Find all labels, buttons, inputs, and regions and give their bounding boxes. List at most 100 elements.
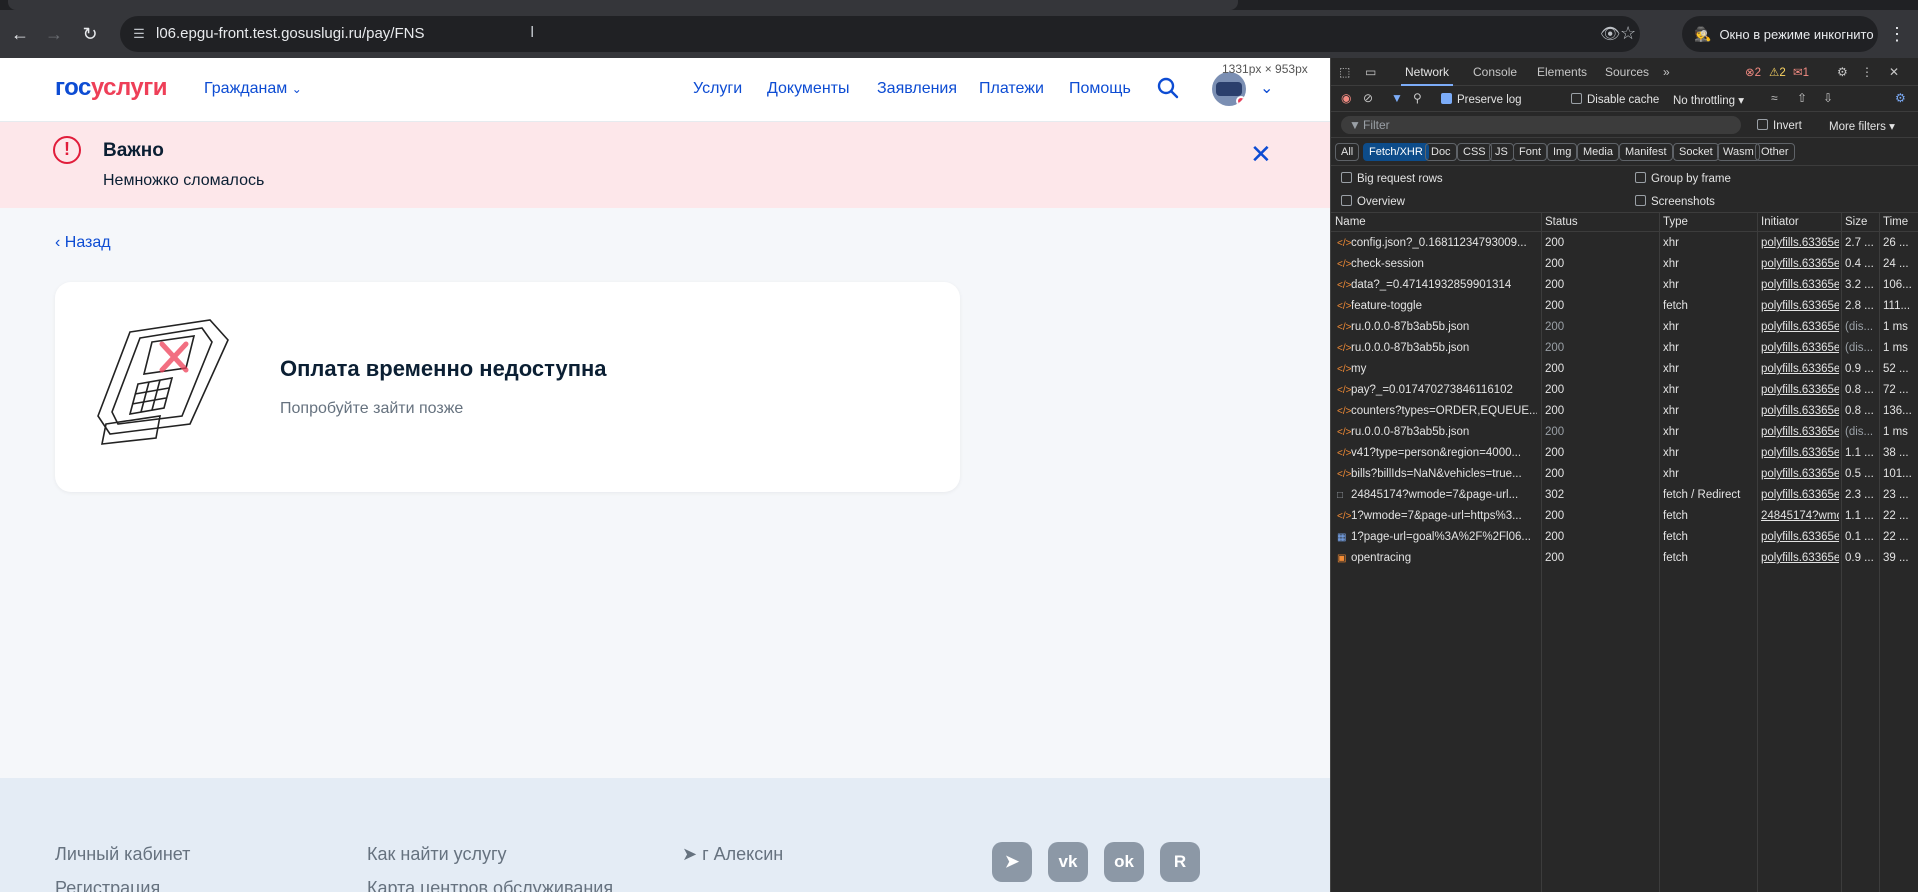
chip-img[interactable]: Img <box>1547 143 1578 161</box>
col-name[interactable]: Name <box>1335 216 1366 228</box>
export-har-icon[interactable]: ⇩ <box>1823 91 1833 105</box>
table-row[interactable]: </> check-session 200 xhr polyfills.63365e 0.… <box>1331 254 1918 275</box>
invert-checkbox[interactable]: Invert <box>1757 119 1802 132</box>
request-initiator[interactable]: polyfills.63365e <box>1761 380 1839 401</box>
telegram-icon[interactable]: ➤ <box>992 842 1032 882</box>
chip-font[interactable]: Font <box>1513 143 1548 161</box>
eye-off-icon[interactable]: 👁 <box>1600 24 1620 44</box>
table-row[interactable]: ▦ 1?page-url=goal%3A%2F%2Fl06... 200 fetch p… <box>1331 527 1918 548</box>
request-initiator[interactable]: polyfills.63365e <box>1761 275 1839 296</box>
tab-elements[interactable]: Elements <box>1537 65 1587 79</box>
table-row[interactable]: </> config.json?_0.16811234793009... 200 xh… <box>1331 233 1918 254</box>
settings-gear-icon[interactable]: ⚙ <box>1837 65 1848 79</box>
close-devtools-icon[interactable]: ✕ <box>1889 65 1899 79</box>
back-link[interactable]: ‹ Назад <box>55 234 111 252</box>
request-initiator[interactable]: polyfills.63365e <box>1761 317 1839 338</box>
clear-icon[interactable]: ⊘ <box>1363 91 1373 105</box>
bookmark-star-icon[interactable]: ☆ <box>1620 23 1636 44</box>
chip-doc[interactable]: Doc <box>1425 143 1457 161</box>
table-row[interactable]: </> feature-toggle 200 fetch polyfills.63365… <box>1331 296 1918 317</box>
url-text[interactable]: l06.epgu-front.test.gosuslugi.ru/pay/FNS <box>156 25 424 43</box>
back-arrow-icon[interactable]: ← <box>8 22 32 46</box>
table-row[interactable]: </> v41?type=person&region=4000... 200 xhr p… <box>1331 443 1918 464</box>
errors-count[interactable]: ⊗2 <box>1745 65 1761 79</box>
footer-link-registration[interactable]: Регистрация <box>55 878 160 892</box>
footer-location[interactable]: ➤ г Алексин <box>682 844 783 865</box>
record-icon[interactable]: ◉ <box>1341 91 1351 105</box>
site-settings-icon[interactable]: ☰ <box>130 25 148 43</box>
table-row[interactable]: </> bills?billIds=NaN&vehicles=true... 200… <box>1331 464 1918 485</box>
nav-help[interactable]: Помощь <box>1069 80 1131 98</box>
address-bar[interactable]: ☰ l06.epgu-front.test.gosuslugi.ru/pay/F… <box>120 16 1640 52</box>
request-initiator[interactable]: polyfills.63365e <box>1761 548 1839 569</box>
table-row[interactable]: </> ru.0.0.0-87b3ab5b.json 200 xhr polyfills… <box>1331 338 1918 359</box>
footer-link-cabinet[interactable]: Личный кабинет <box>55 844 190 865</box>
preserve-log-checkbox[interactable]: Preserve log <box>1441 93 1522 106</box>
network-conditions-icon[interactable]: ≈ <box>1771 91 1778 105</box>
table-row[interactable]: </> pay?_=0.017470273846116102 200 xhr polyf… <box>1331 380 1918 401</box>
big-request-rows-checkbox[interactable]: Big request rows <box>1341 172 1443 185</box>
col-initiator[interactable]: Initiator <box>1761 216 1799 228</box>
col-time[interactable]: Time <box>1883 216 1908 228</box>
chip-js[interactable]: JS <box>1489 143 1514 161</box>
rutube-icon[interactable]: R <box>1160 842 1200 882</box>
footer-link-centers-map[interactable]: Карта центров обслуживания <box>367 878 613 892</box>
chip-all[interactable]: All <box>1335 143 1360 161</box>
chip-other[interactable]: Other <box>1755 143 1795 161</box>
request-initiator[interactable]: polyfills.63365e <box>1761 443 1839 464</box>
overview-checkbox[interactable]: Overview <box>1341 195 1405 208</box>
chip-socket[interactable]: Socket <box>1673 143 1719 161</box>
profile-chevron-down-icon[interactable]: ⌄ <box>1260 78 1273 98</box>
group-by-frame-checkbox[interactable]: Group by frame <box>1635 172 1731 185</box>
request-initiator[interactable]: polyfills.63365e <box>1761 401 1839 422</box>
more-filters-dropdown[interactable]: More filters ▾ <box>1829 119 1895 133</box>
vk-icon[interactable]: vk <box>1048 842 1088 882</box>
table-row[interactable]: </> ru.0.0.0-87b3ab5b.json 200 xhr polyfills… <box>1331 422 1918 443</box>
avatar[interactable] <box>1212 72 1246 106</box>
inspect-element-icon[interactable]: ⬚ <box>1339 65 1350 79</box>
close-icon[interactable]: ✕ <box>1250 141 1272 167</box>
request-initiator[interactable]: polyfills.63365e <box>1761 296 1839 317</box>
import-har-icon[interactable]: ⇧ <box>1797 91 1807 105</box>
chip-media[interactable]: Media <box>1577 143 1619 161</box>
search-network-icon[interactable]: ⚲ <box>1413 91 1422 105</box>
forward-arrow-icon[interactable]: → <box>42 22 66 46</box>
warnings-count[interactable]: ⚠2 <box>1769 65 1786 79</box>
request-initiator[interactable]: polyfills.63365e <box>1761 254 1839 275</box>
table-row[interactable]: ▣ opentracing 200 fetch polyfills.63365e 0.9 … <box>1331 548 1918 569</box>
request-initiator[interactable]: polyfills.63365e <box>1761 359 1839 380</box>
chip-fetch-xhr[interactable]: Fetch/XHR <box>1363 143 1429 161</box>
incognito-indicator[interactable]: 🕵 Окно в режиме инкогнито <box>1682 16 1878 52</box>
table-row[interactable]: </> my 200 xhr polyfills.63365e 0.9 ... 52 ... <box>1331 359 1918 380</box>
reload-icon[interactable]: ↻ <box>78 22 102 46</box>
request-initiator[interactable]: 24845174?wmc <box>1761 506 1839 527</box>
request-initiator[interactable]: polyfills.63365e <box>1761 338 1839 359</box>
table-row[interactable]: </> 1?wmode=7&page-url=https%3... 200 fetch… <box>1331 506 1918 527</box>
issues-count[interactable]: ✉1 <box>1793 65 1809 79</box>
screenshots-checkbox[interactable]: Screenshots <box>1635 195 1715 208</box>
search-icon[interactable] <box>1156 76 1180 100</box>
tab-network[interactable]: Network <box>1400 65 1454 86</box>
request-initiator[interactable]: polyfills.63365e <box>1761 422 1839 443</box>
nav-services[interactable]: Услуги <box>693 80 742 98</box>
table-row[interactable]: </> counters?types=ORDER,EQUEUE... 200 xhr p… <box>1331 401 1918 422</box>
chip-wasm[interactable]: Wasm <box>1717 143 1760 161</box>
filter-input[interactable]: ▼ Filter <box>1341 116 1741 134</box>
active-tab[interactable] <box>8 0 1238 10</box>
network-settings-icon[interactable]: ⚙ <box>1895 91 1906 105</box>
table-row[interactable]: </> ru.0.0.0-87b3ab5b.json 200 xhr polyfills… <box>1331 317 1918 338</box>
tab-console[interactable]: Console <box>1473 65 1517 79</box>
device-toolbar-icon[interactable]: ▭ <box>1365 65 1376 79</box>
request-initiator[interactable]: polyfills.63365e <box>1761 464 1839 485</box>
chip-css[interactable]: CSS <box>1457 143 1492 161</box>
footer-link-find-service[interactable]: Как найти услугу <box>367 844 507 865</box>
citizens-dropdown[interactable]: Гражданам ⌄ <box>204 80 302 98</box>
disable-cache-checkbox[interactable]: Disable cache <box>1571 93 1659 106</box>
nav-payments[interactable]: Платежи <box>979 80 1044 98</box>
request-initiator[interactable]: polyfills.63365e <box>1761 485 1839 506</box>
col-type[interactable]: Type <box>1663 216 1688 228</box>
col-status[interactable]: Status <box>1545 216 1578 228</box>
tab-sources[interactable]: Sources <box>1605 65 1649 79</box>
browser-menu-icon[interactable]: ⋮ <box>1888 24 1906 44</box>
ok-icon[interactable]: ok <box>1104 842 1144 882</box>
